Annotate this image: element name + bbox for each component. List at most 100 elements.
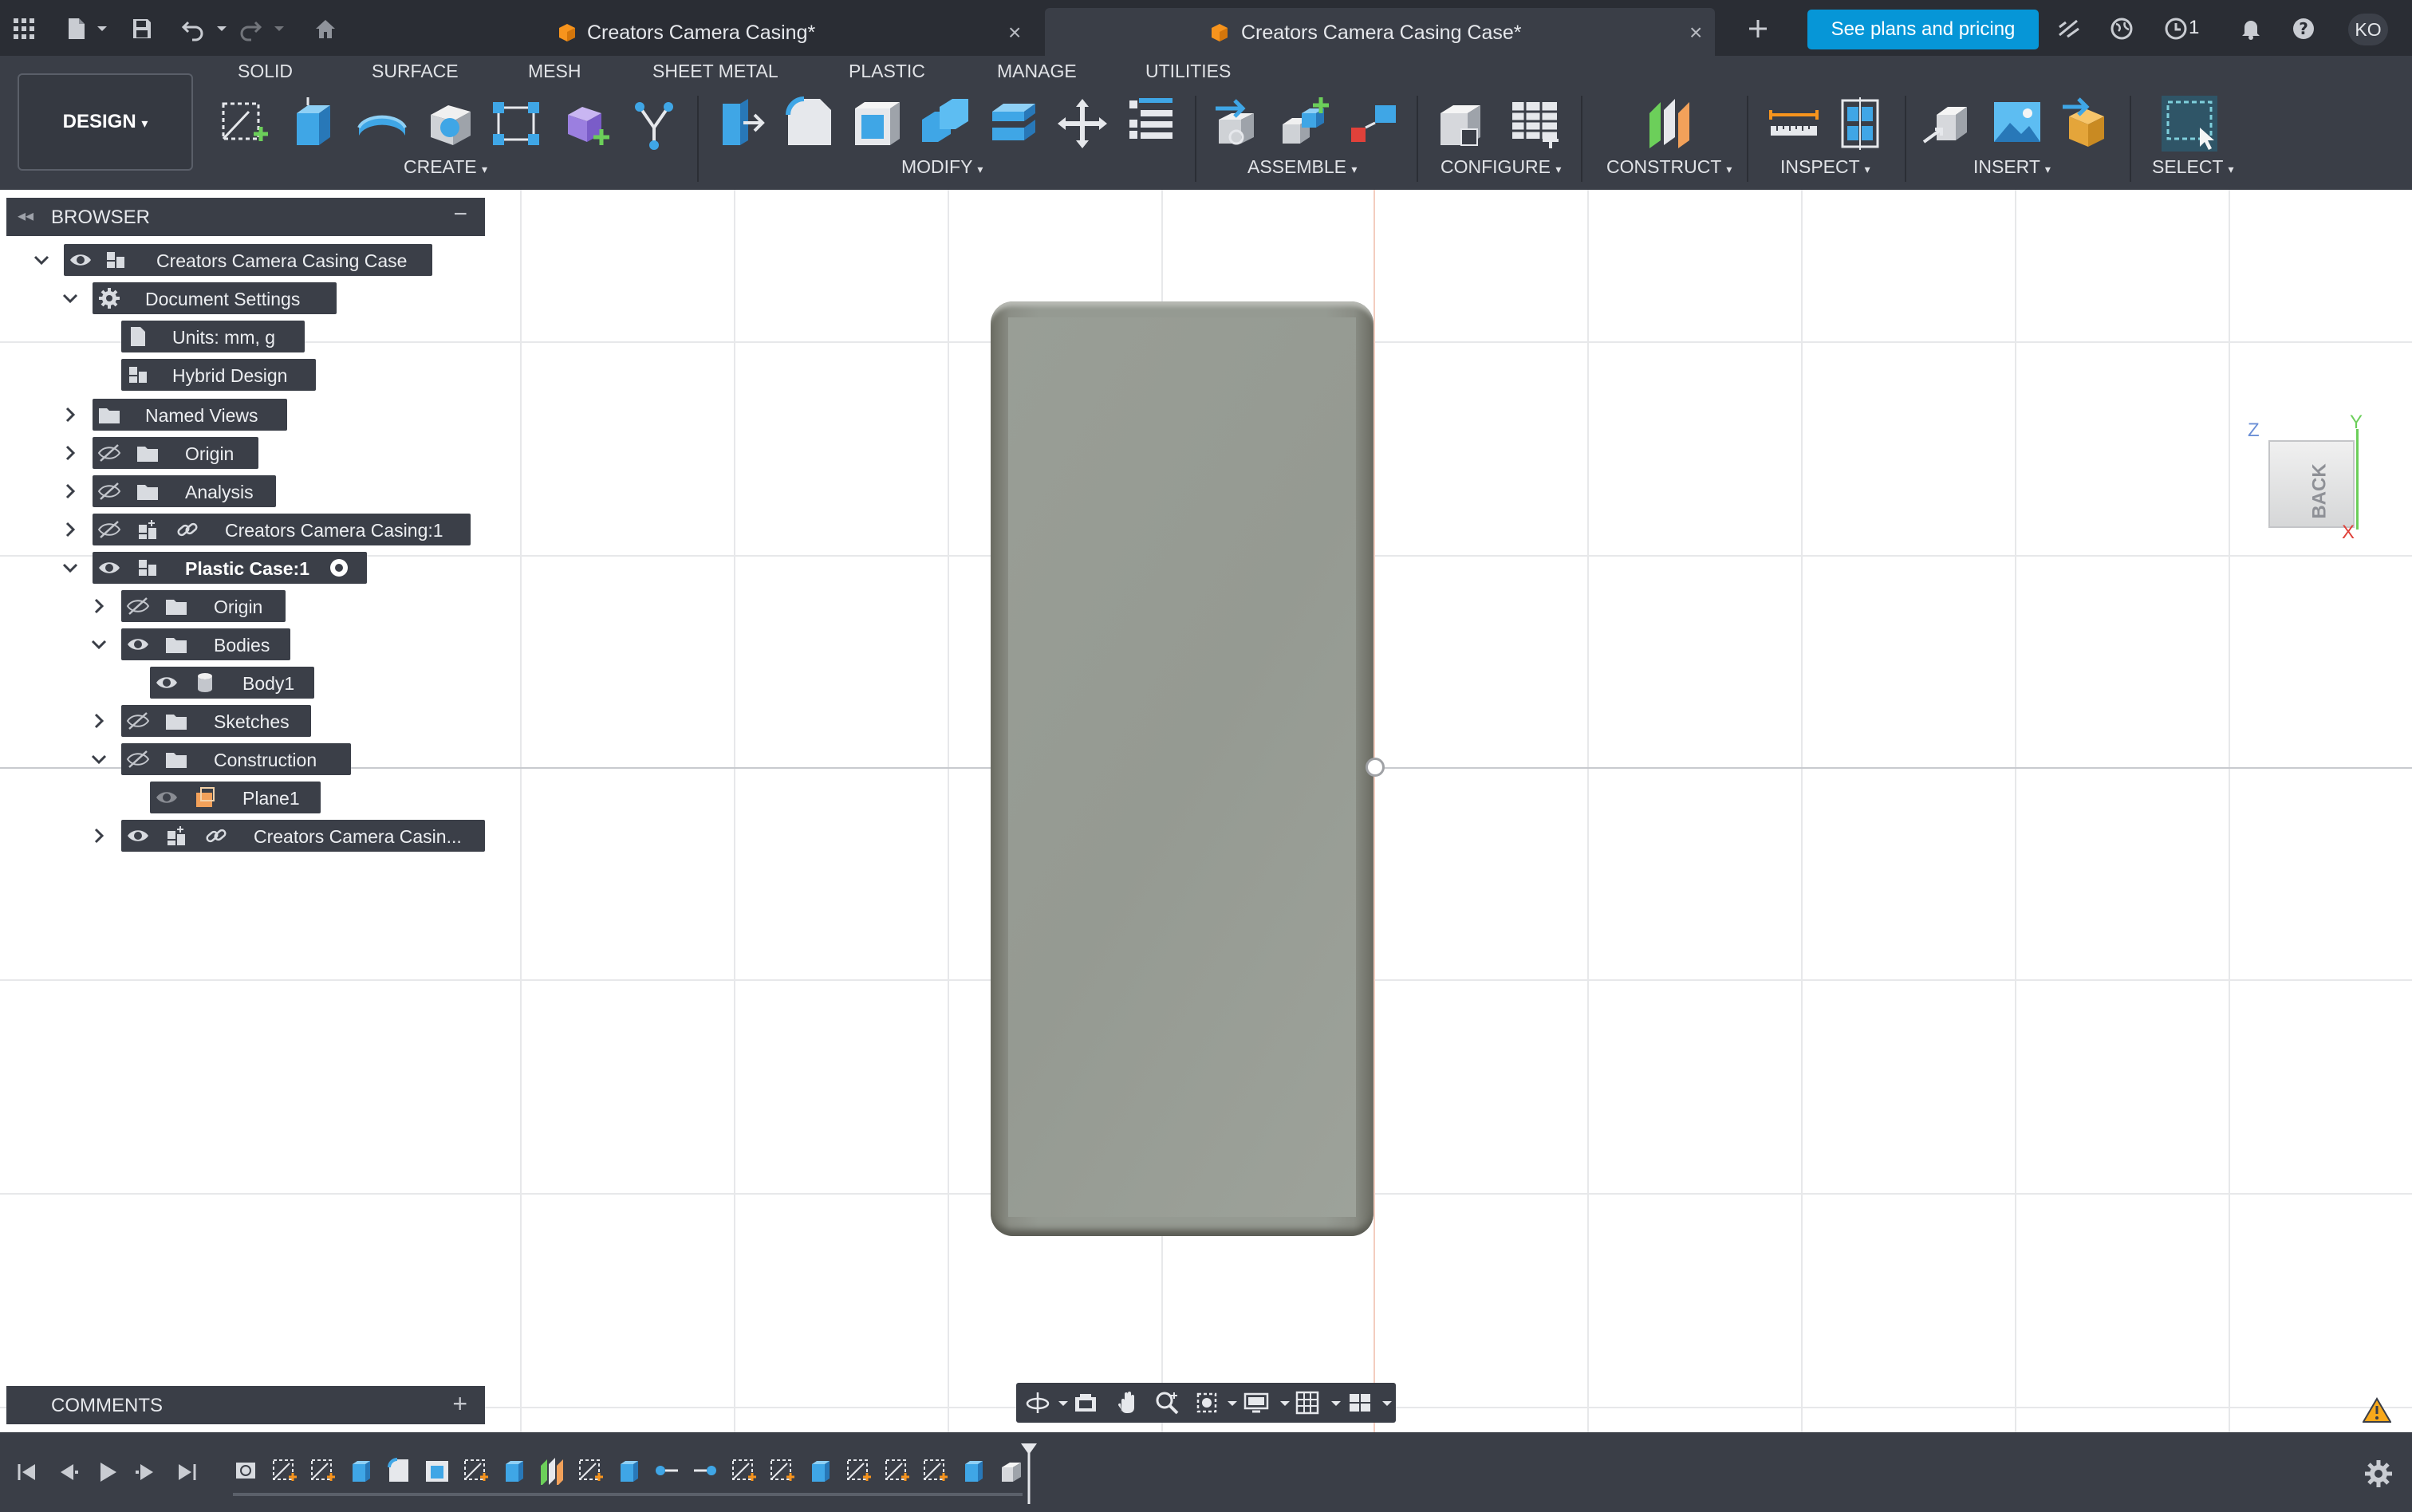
construct-menu[interactable]: CONSTRUCT ▾	[1606, 156, 1732, 178]
home-icon[interactable]	[313, 16, 338, 41]
revolve-icon[interactable]	[354, 96, 410, 152]
file-icon[interactable]	[64, 16, 89, 41]
browser-node[interactable]: Creators Camera Casin...	[121, 820, 485, 852]
eye-hidden-icon[interactable]	[126, 710, 150, 732]
browser-item-construction[interactable]: Construction	[0, 743, 447, 775]
new-component-icon[interactable]	[1209, 96, 1265, 152]
timeline-feature-joint-icon[interactable]	[691, 1456, 719, 1485]
browser-node[interactable]: Units: mm, g	[121, 321, 305, 352]
timeline-feature-shell-icon[interactable]	[423, 1456, 451, 1485]
tab-creators-camera-casing[interactable]: Creators Camera Casing* ×	[542, 8, 1040, 56]
browser-node[interactable]: Plastic Case:1	[93, 552, 367, 584]
eye-hidden-icon[interactable]	[126, 748, 150, 770]
job-status-clock-icon[interactable]	[2163, 16, 2189, 41]
chevron-down-icon[interactable]	[61, 558, 80, 577]
redo-icon[interactable]	[238, 16, 263, 41]
eye-icon[interactable]	[126, 633, 150, 656]
rectangular-pattern-icon[interactable]	[488, 96, 544, 152]
look-at-icon[interactable]	[1072, 1389, 1099, 1416]
add-comment-icon[interactable]: +	[452, 1389, 467, 1419]
go-to-end-icon[interactable]	[174, 1459, 199, 1485]
origin-point[interactable]	[1366, 758, 1385, 777]
tab-surface[interactable]: SURFACE	[372, 61, 459, 82]
fillet-icon[interactable]	[780, 96, 836, 152]
timeline-feature-extrude-icon[interactable]	[806, 1456, 834, 1485]
browser-item-sketches[interactable]: Sketches	[0, 705, 447, 737]
go-to-start-icon[interactable]	[14, 1459, 40, 1485]
browser-item-body1[interactable]: Body1	[0, 667, 447, 699]
create-form-icon[interactable]	[558, 96, 614, 152]
timeline-settings-gear-icon[interactable]	[2364, 1459, 2393, 1488]
app-grid-icon[interactable]	[11, 16, 37, 41]
timeline-marker[interactable]	[1019, 1442, 1038, 1506]
insert-mcmaster-icon[interactable]	[2058, 96, 2114, 152]
chevron-down-icon[interactable]	[89, 635, 108, 654]
activate-radio-icon[interactable]	[327, 557, 351, 579]
grid-menu-chevron-icon[interactable]	[1322, 1389, 1341, 1416]
browser-node[interactable]: Named Views	[93, 399, 287, 431]
browser-item-analysis[interactable]: Analysis	[0, 475, 447, 507]
browser-item-plastic-case[interactable]: Plastic Case:1	[0, 552, 447, 584]
orbit-icon[interactable]	[1024, 1389, 1051, 1416]
chevron-right-icon[interactable]	[89, 711, 108, 730]
grid-settings-icon[interactable]	[1294, 1389, 1321, 1416]
file-menu-chevron-icon[interactable]	[89, 16, 107, 41]
timeline-feature-plane-icon[interactable]	[538, 1456, 566, 1486]
browser-panel-header[interactable]: ◂◂ BROWSER −	[6, 198, 485, 236]
viewports-icon[interactable]	[1346, 1389, 1374, 1416]
browser-node[interactable]: Creators Camera Casing:1	[93, 514, 471, 545]
tab-sheet-metal[interactable]: SHEET METAL	[652, 61, 778, 82]
browser-node[interactable]: Body1	[150, 667, 314, 699]
browser-node[interactable]: Origin	[93, 437, 258, 469]
zoom-icon[interactable]	[1153, 1389, 1180, 1416]
measure-icon[interactable]	[1766, 96, 1822, 152]
timeline-feature-sketch-icon[interactable]	[844, 1456, 873, 1485]
tab-solid[interactable]: SOLID	[238, 61, 293, 82]
notifications-bell-icon[interactable]	[2238, 16, 2264, 41]
browser-item-units[interactable]: Units: mm, g	[0, 321, 447, 352]
timeline-feature-sketch-icon[interactable]	[767, 1456, 796, 1485]
save-icon[interactable]	[129, 16, 155, 41]
configure-menu[interactable]: CONFIGURE ▾	[1440, 156, 1561, 178]
browser-node[interactable]: Origin	[121, 590, 286, 622]
browser-item-hybrid-design[interactable]: Hybrid Design	[0, 359, 447, 391]
browser-node[interactable]: Plane1	[150, 782, 321, 813]
eye-icon[interactable]	[69, 249, 93, 271]
close-tab-icon[interactable]: ×	[1689, 20, 1702, 45]
play-icon[interactable]	[94, 1459, 120, 1485]
minimize-icon[interactable]: −	[453, 201, 467, 228]
timeline-feature-sketch-icon[interactable]	[576, 1456, 605, 1485]
insert-derive-icon[interactable]	[1921, 96, 1977, 152]
viewports-menu-chevron-icon[interactable]	[1374, 1389, 1392, 1416]
zoom-menu-chevron-icon[interactable]	[1219, 1389, 1237, 1416]
eye-icon[interactable]	[97, 557, 121, 579]
extrude-icon[interactable]	[284, 96, 340, 152]
display-settings-icon[interactable]	[1243, 1389, 1270, 1416]
workspace-switcher[interactable]: DESIGN ▾	[18, 73, 193, 171]
eye-icon[interactable]	[155, 786, 179, 809]
eye-hidden-icon[interactable]	[126, 595, 150, 617]
timeline-track[interactable]	[233, 1493, 1023, 1496]
browser-item-plane1[interactable]: Plane1	[0, 782, 447, 813]
timeline-feature-sketch-icon[interactable]	[729, 1456, 758, 1485]
user-avatar[interactable]: KO	[2348, 14, 2388, 45]
undo-icon[interactable]	[180, 16, 206, 41]
browser-node[interactable]: Creators Camera Casing Case	[64, 244, 432, 276]
plastic-case-body[interactable]	[991, 301, 1374, 1236]
chevron-right-icon[interactable]	[61, 443, 80, 463]
close-tab-icon[interactable]: ×	[1008, 20, 1021, 45]
eye-icon[interactable]	[126, 825, 150, 847]
job-count[interactable]: 1	[2189, 17, 2199, 39]
combine-icon[interactable]	[917, 96, 973, 152]
browser-item-bodies[interactable]: Bodies	[0, 628, 447, 660]
tab-mesh[interactable]: MESH	[528, 61, 581, 82]
eye-icon[interactable]	[155, 671, 179, 694]
comments-panel-header[interactable]: COMMENTS +	[6, 1386, 485, 1424]
step-back-icon[interactable]	[54, 1459, 80, 1485]
viewcube[interactable]: BACK Z Y X	[2248, 411, 2363, 549]
chevron-down-icon[interactable]	[32, 250, 51, 270]
press-pull-icon[interactable]	[711, 96, 767, 152]
orbit-menu-chevron-icon[interactable]	[1050, 1389, 1068, 1416]
create-sketch-icon[interactable]	[217, 96, 273, 152]
fit-icon[interactable]	[1193, 1389, 1220, 1416]
